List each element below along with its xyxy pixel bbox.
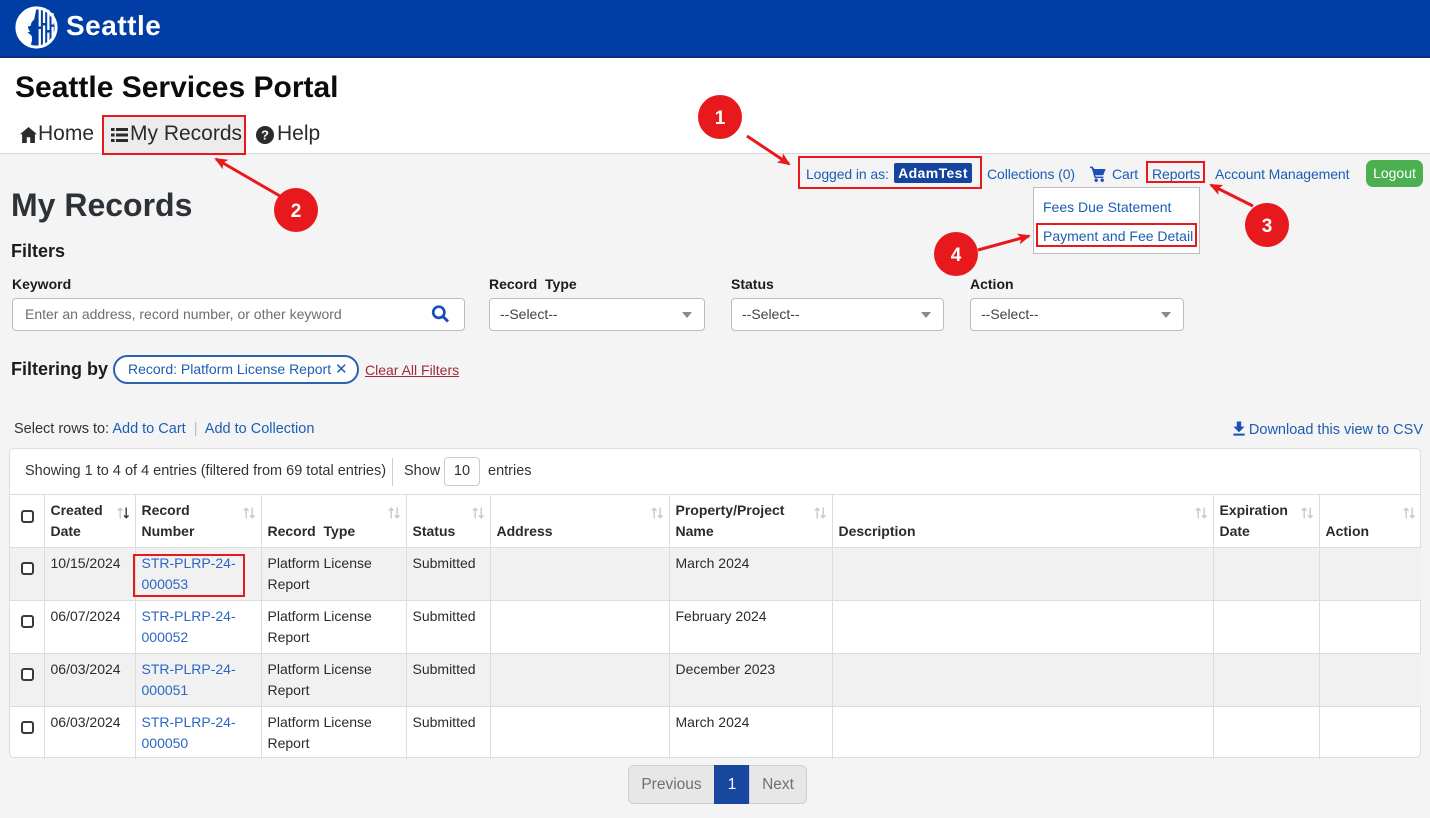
svg-text:?: ? bbox=[261, 128, 269, 143]
